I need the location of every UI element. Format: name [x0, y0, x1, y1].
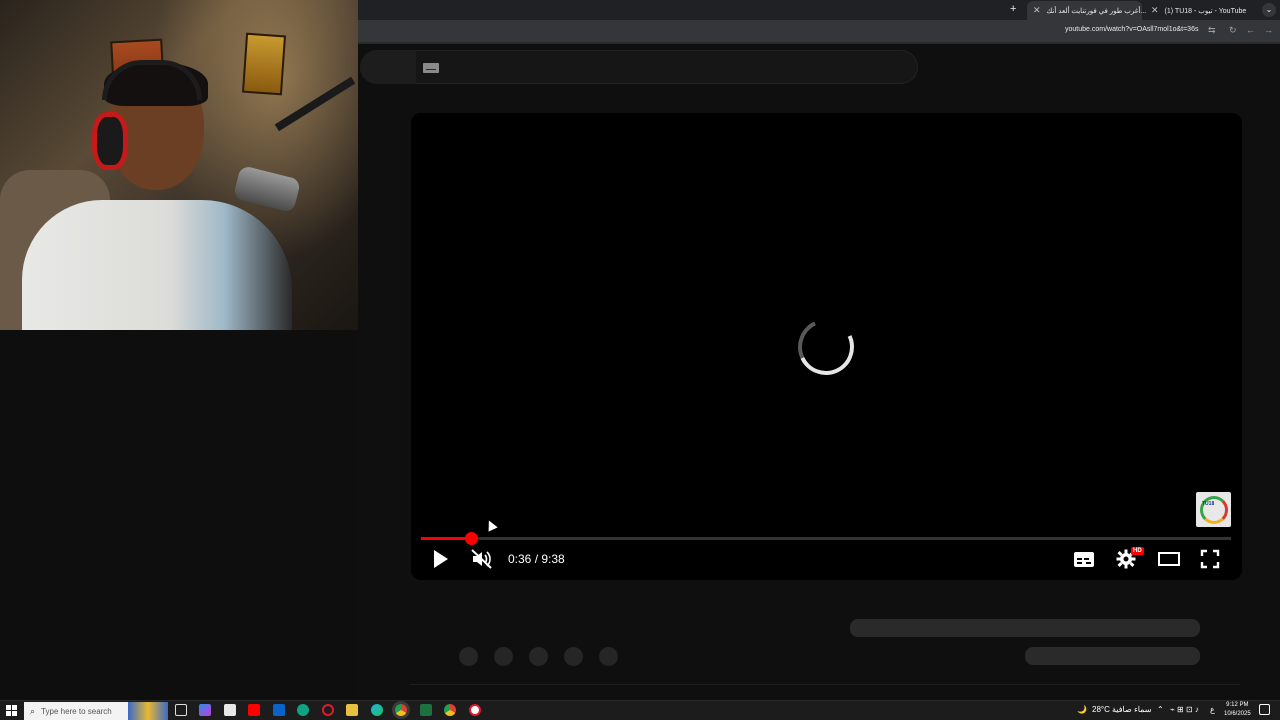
webcam-poster-right	[241, 32, 287, 96]
weather-temp[interactable]: 28°C	[1092, 705, 1110, 714]
webcam-person-body	[22, 200, 292, 330]
back-arrow-icon[interactable]: ←	[1246, 25, 1255, 35]
edge-icon[interactable]	[371, 704, 383, 716]
hd-badge: HD	[1131, 547, 1144, 555]
action-skeleton	[494, 647, 513, 666]
channel-watermark[interactable]: TU18	[1196, 492, 1231, 527]
volume-muted-icon	[471, 549, 492, 569]
search-bar-skeleton-left	[360, 50, 416, 84]
play-icon	[434, 550, 448, 568]
action-skeleton	[564, 647, 583, 666]
browser-tab[interactable]: ✕ (1) TU18 - تيوب - YouTube	[1145, 1, 1260, 20]
language-indicator[interactable]: ع	[1210, 705, 1215, 714]
windows-start-icon[interactable]	[6, 705, 17, 716]
subtitles-icon	[1074, 551, 1094, 567]
taskbar: ⌕ Type here to search	[0, 700, 1280, 720]
subtitles-button[interactable]	[1071, 545, 1097, 573]
video-player[interactable]: TU18 0:36 / 9:38 HD	[411, 113, 1242, 580]
webcam-headphone-ear	[92, 112, 128, 170]
mute-button[interactable]	[469, 545, 495, 573]
chrome-profile-icon[interactable]	[444, 704, 456, 716]
channel-logo-icon	[1199, 495, 1228, 524]
site-settings-icon[interactable]: ⇆	[1208, 25, 1216, 36]
progress-bar[interactable]	[421, 532, 1231, 545]
loading-spinner-icon	[790, 311, 862, 383]
fullscreen-button[interactable]	[1197, 545, 1223, 573]
fullscreen-icon	[1200, 549, 1220, 569]
notification-icon[interactable]	[1259, 704, 1270, 715]
screen: + ✕ أغرب طور في فورتنايت ألعد أنك... ✕ (…	[0, 0, 1280, 720]
task-view-icon[interactable]	[175, 704, 187, 716]
tray-icons[interactable]: ⌁ ⊞ ⊡ ♪	[1170, 705, 1199, 714]
subtitle-skeleton	[1025, 647, 1200, 665]
title-skeleton	[850, 619, 1200, 637]
search-icon: ⌕	[30, 705, 36, 716]
watermark-text: TU18	[1202, 501, 1215, 507]
progress-bar-played	[421, 537, 472, 540]
clock[interactable]: 9:12 PM 10/6/2025	[1224, 701, 1251, 719]
webcam-overlay	[0, 0, 358, 330]
youtube-app-icon[interactable]	[248, 704, 260, 716]
weather-moon-icon: 🌙	[1077, 705, 1087, 714]
close-icon[interactable]: ✕	[1151, 5, 1159, 16]
chevron-up-icon[interactable]: ⌃	[1157, 705, 1164, 714]
opera-icon[interactable]	[322, 704, 334, 716]
new-tab-button[interactable]: +	[1010, 3, 1016, 15]
time-display: 0:36 / 9:38	[508, 552, 565, 566]
forward-arrow-icon[interactable]: →	[1264, 25, 1273, 35]
scrubber-handle[interactable]	[465, 532, 479, 545]
store-icon[interactable]	[224, 704, 236, 716]
tab-title: أغرب طور في فورتنايت ألعد أنك...	[1046, 7, 1147, 15]
copilot-icon[interactable]	[199, 704, 211, 716]
action-skeleton	[599, 647, 618, 666]
tab-title: (1) TU18 - تيوب - YouTube	[1164, 7, 1247, 15]
tab-search-button[interactable]: ⌄	[1262, 3, 1276, 17]
theater-mode-icon	[1158, 552, 1180, 566]
content-divider	[410, 684, 1240, 685]
search-highlight-image	[128, 702, 168, 720]
theater-mode-button[interactable]	[1155, 545, 1183, 573]
chrome-divider	[358, 42, 1280, 44]
url-field[interactable]: youtube.com/watch?v=OAsll7mol1o&t=36s	[1065, 26, 1198, 33]
recorder-icon[interactable]	[469, 704, 481, 716]
browser-tab-active[interactable]: ✕ أغرب طور في فورتنايت ألعد أنك...	[1027, 1, 1146, 20]
search-placeholder: Type here to search	[41, 706, 112, 716]
file-explorer-icon[interactable]	[346, 704, 358, 716]
action-skeleton	[459, 647, 478, 666]
reload-icon[interactable]: ↻	[1229, 25, 1237, 36]
excel-icon[interactable]	[420, 704, 432, 716]
chrome-icon[interactable]	[395, 704, 407, 716]
play-button[interactable]	[429, 545, 453, 573]
weather-text[interactable]: سماء صافية	[1112, 705, 1152, 714]
clock-time: 9:12 PM	[1226, 702, 1249, 708]
action-skeleton	[529, 647, 548, 666]
taskbar-search-input[interactable]: ⌕ Type here to search	[24, 702, 168, 720]
close-icon[interactable]: ✕	[1033, 5, 1041, 16]
outlook-icon[interactable]	[273, 704, 285, 716]
chatgpt-icon[interactable]	[297, 704, 309, 716]
search-bar-skeleton[interactable]	[360, 50, 918, 84]
keyboard-icon[interactable]	[423, 63, 439, 73]
clock-date: 10/6/2025	[1224, 711, 1251, 717]
